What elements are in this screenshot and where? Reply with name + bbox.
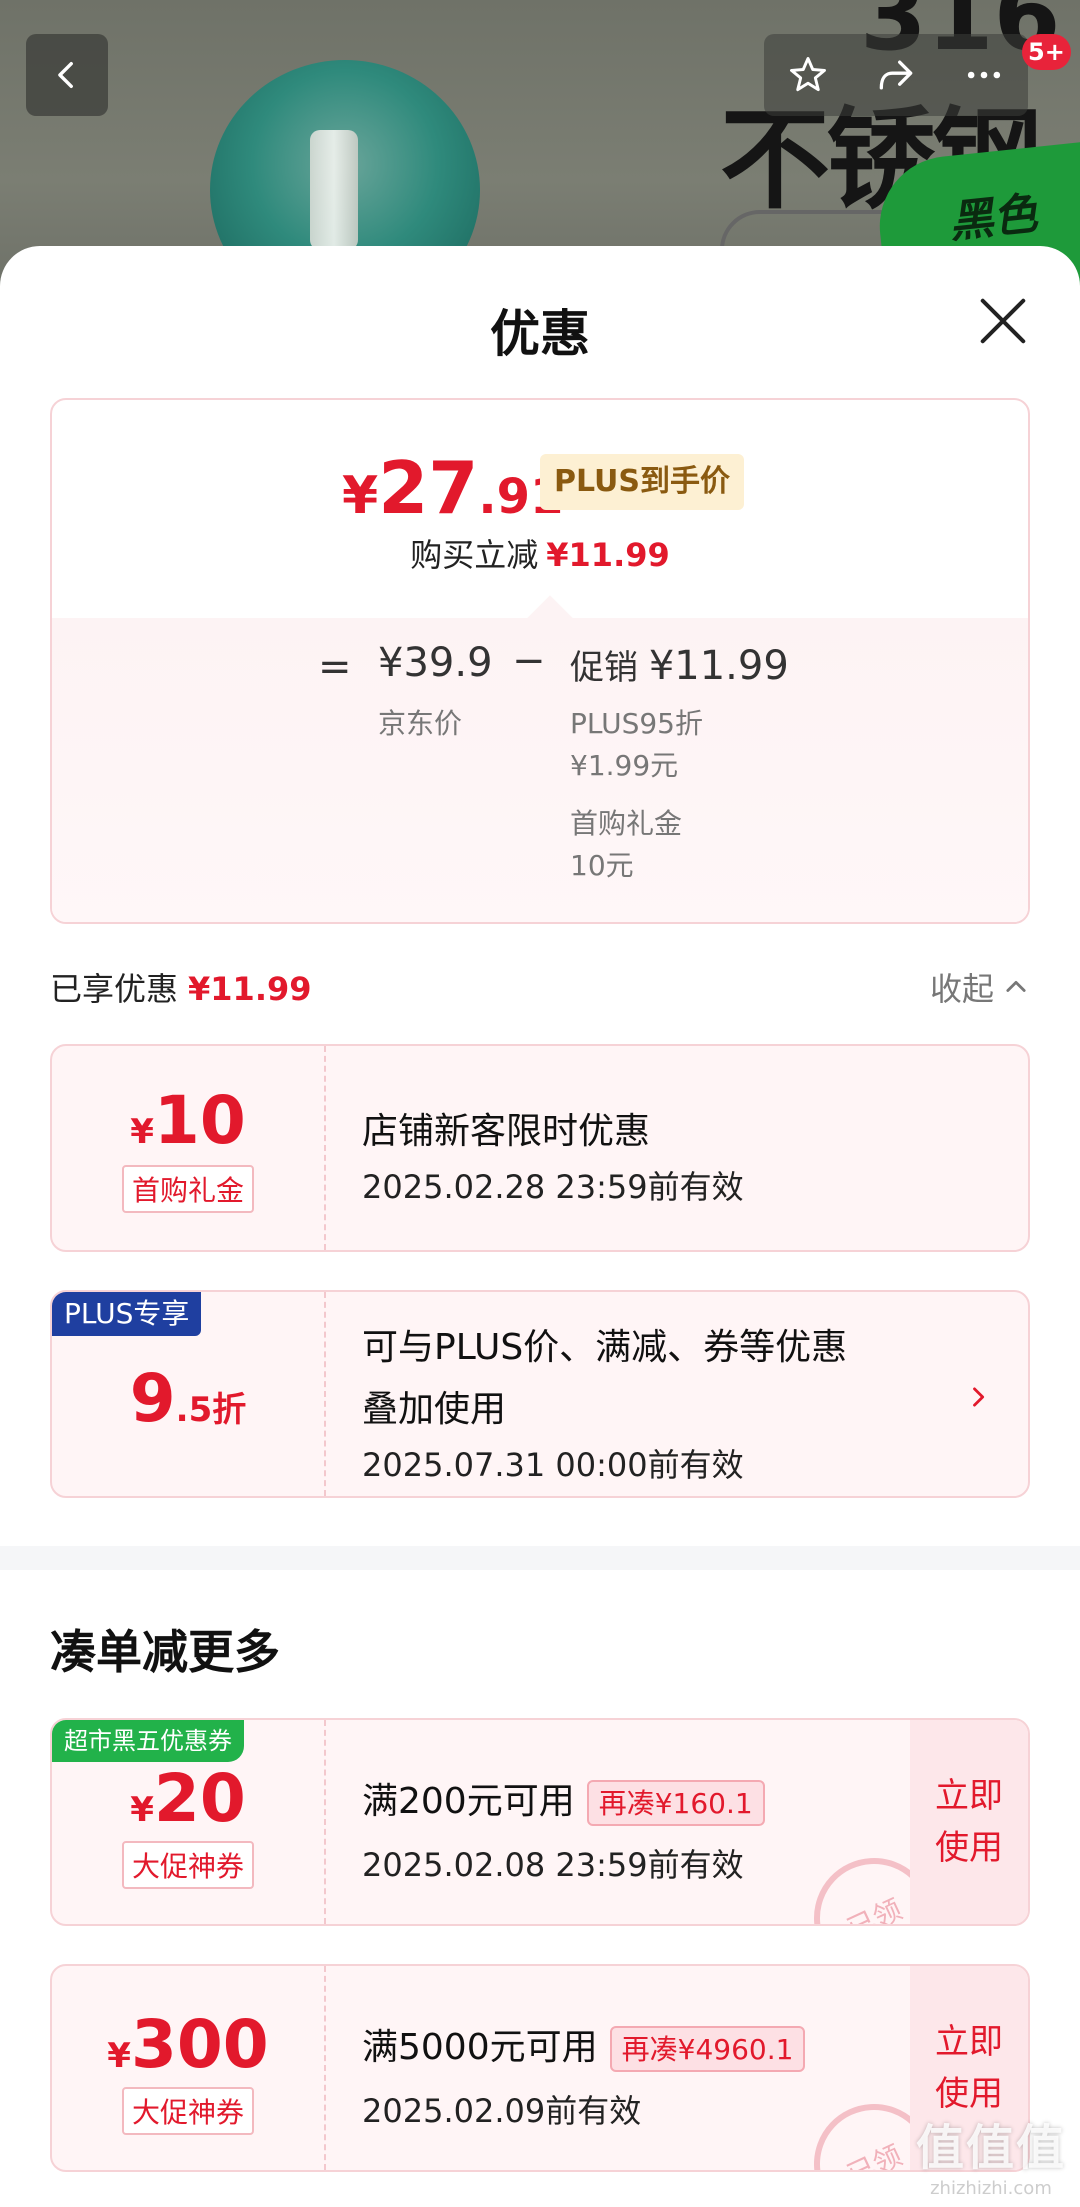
coupon-left: ¥10 首购礼金 [52,1046,326,1250]
product-image-green-text: 黑色 [946,188,1040,249]
coupon-description: 店铺新客限时优惠 [362,1111,651,1152]
plus-price-tag: PLUS到手价 [540,454,745,510]
chevron-up-icon [1006,980,1026,992]
coupon-card-plus[interactable]: 9.5折 PLUS专享 可与PLUS价、满减、券等优惠 叠加使用 2025.07… [50,1290,1030,1498]
discount-sheet: 优惠 ¥27.91 PLUS到手价 购买立减 ¥11.99 = ¥39.9 京东价… [0,246,1080,2207]
sheet-title: 优惠 [490,305,590,363]
enjoyed-discount: 已享优惠 ¥11.99 [50,964,312,1010]
gift-value: 10元 [570,849,634,882]
more-icon[interactable] [962,53,1006,97]
coupon-amount-symbol: ¥ [107,2036,131,2076]
coupon-amount: 9.5折 [52,1360,324,1437]
share-icon[interactable] [874,53,918,97]
use-now-button[interactable]: 立即 使用 [910,1720,1028,1924]
coupon-expiry: 2025.02.28 23:59前有效 [362,1168,744,1206]
promo-total: 促销 ¥11.99 [570,640,789,689]
plus95-label: PLUS95折 [570,707,703,740]
coupon-amount-symbol: ¥ [130,1790,154,1830]
price-formula: = ¥39.9 京东价 − 促销 ¥11.99 PLUS95折 ¥1.99元 首… [52,618,1028,922]
coupon-amount: ¥10 [52,1082,324,1159]
section-divider [0,1546,1080,1570]
coupon-amount-value: 10 [153,1082,246,1159]
jd-price-label: 京东价 [378,707,463,740]
coupon-tag: 首购礼金 [121,1165,254,1213]
coupon-left: ¥300 大促神券 [52,1966,326,2170]
use-now-line2: 使用 [935,1828,1003,1868]
coupon-condition: 满200元可用 再凑¥160.1 [362,1772,765,1826]
promo-label: 促销 [570,648,638,688]
jd-price-value: ¥39.9 [378,640,493,686]
coupon-amount: ¥20 [52,1760,324,1837]
chevron-left-icon [58,61,73,89]
use-now-line1: 立即 [935,1776,1003,1816]
instant-reduction-label: 购买立减 [410,536,539,574]
watermark-url: zhizhizhi.com [930,2178,1052,2199]
coupon-condition-text: 满200元可用 [362,1781,575,1822]
remaining-amount-tag: 再凑¥4960.1 [609,2026,806,2072]
watermark: 值值值 zhizhizhi.com [916,2108,1066,2199]
coupon-discount-suffix: .5折 [175,1390,247,1430]
plus-exclusive-badge: PLUS专享 [52,1292,202,1336]
top-action-bar [764,34,1028,116]
coupon-tag: 大促神券 [121,2087,254,2135]
star-icon[interactable] [786,53,830,97]
remaining-amount-tag: 再凑¥160.1 [586,1780,765,1826]
price-breakdown-card: ¥27.91 PLUS到手价 购买立减 ¥11.99 = ¥39.9 京东价 − … [50,398,1030,924]
coupon-amount-value: 20 [153,1760,246,1837]
collapse-button[interactable]: 收起 [930,964,1030,1010]
coupon-amount-symbol: ¥ [130,1112,154,1152]
coupon-condition: 满5000元可用 再凑¥4960.1 [362,2018,806,2072]
coupon-expiry: 2025.02.09前有效 [362,2092,642,2130]
price-summary: ¥27.91 PLUS到手价 购买立减 ¥11.99 [52,400,1028,618]
product-straw-image [310,130,358,250]
equals-sign: = [318,644,352,690]
gift-label: 首购礼金 [570,807,683,840]
enjoyed-label: 已享优惠 [50,970,179,1008]
promo-value: ¥11.99 [648,643,789,689]
close-icon[interactable] [976,294,1030,348]
supermarket-coupon-badge: 超市黑五优惠券 [52,1720,244,1762]
coupon-amount: ¥300 [52,2006,324,2083]
instant-reduction-value: ¥11.99 [546,536,670,574]
coupon-tag: 大促神券 [121,1841,254,1889]
coupon-expiry: 2025.02.08 23:59前有效 [362,1846,744,1884]
coupon-expiry: 2025.07.31 00:00前有效 [362,1446,744,1484]
coupon-amount-value: 300 [130,2006,269,2083]
coupon-discount-integer: 9 [129,1360,176,1437]
watermark-logo: 值值值 [915,2120,1066,2176]
coupon-description-line2: 叠加使用 [362,1389,507,1430]
more-discounts-title: 凑单减更多 [50,1625,280,1679]
coupon-card-big-promo[interactable]: ¥300 大促神券 满5000元可用 再凑¥4960.1 2025.02.09前有… [50,1964,1030,2172]
final-price-integer: 27 [378,446,479,530]
coupon-description-line1: 可与PLUS价、满减、券等优惠 [362,1327,848,1368]
coupon-card-supermarket[interactable]: ¥20 大促神券 超市黑五优惠券 满200元可用 再凑¥160.1 2025.02… [50,1718,1030,1926]
instant-reduction: 购买立减 ¥11.99 [52,530,1028,576]
final-price-symbol: ¥ [342,466,379,526]
enjoyed-value: ¥11.99 [188,970,312,1008]
minus-sign: − [512,638,546,684]
use-now-line1: 立即 [935,2022,1003,2062]
plus95-value: ¥1.99元 [570,749,679,782]
collapse-label: 收起 [929,970,994,1008]
coupon-card-first-purchase[interactable]: ¥10 首购礼金 店铺新客限时优惠 2025.02.28 23:59前有效 [50,1044,1030,1252]
notification-badge: 5+ [1022,34,1071,70]
final-price: ¥27.91 [342,446,563,530]
chevron-right-icon[interactable] [964,1380,992,1414]
back-button[interactable] [26,34,108,116]
coupon-condition-text: 满5000元可用 [362,2027,598,2068]
